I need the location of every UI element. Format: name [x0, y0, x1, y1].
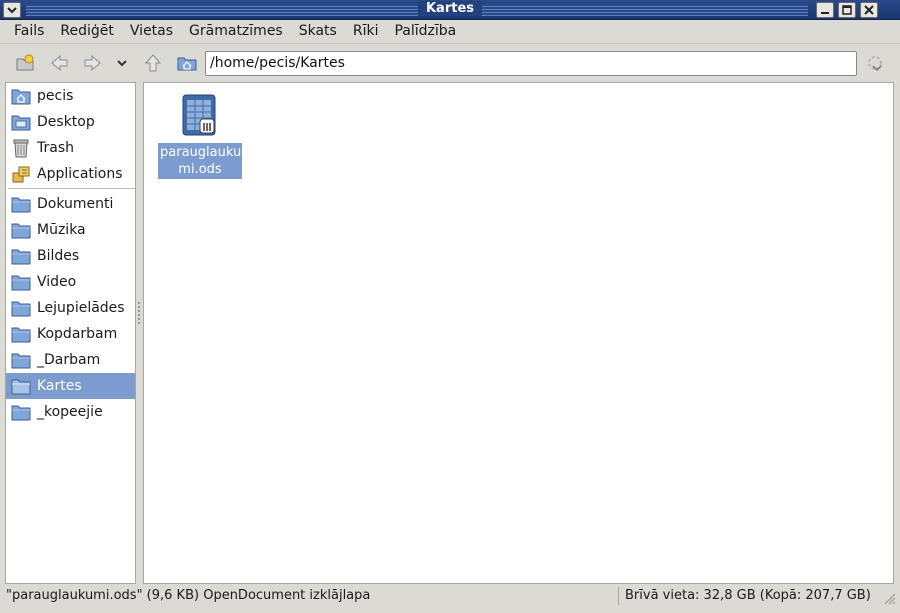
- history-dropdown-button[interactable]: [110, 50, 134, 76]
- minimize-icon: [821, 12, 829, 14]
- folder-icon: [10, 245, 32, 267]
- sidebar-item-label: Video: [37, 274, 77, 290]
- window-title: Kartes: [0, 1, 900, 16]
- sidebar-separator: [8, 188, 135, 189]
- new-folder-icon: [16, 54, 34, 71]
- sidebar-item-label: Trash: [37, 140, 74, 156]
- sidebar-item-kopeejie[interactable]: _kopeejie: [6, 399, 135, 425]
- menu-edit[interactable]: Rediģēt: [52, 20, 121, 42]
- status-selection-info: "parauglaukumi.ods" (9,6 KB) OpenDocumen…: [6, 588, 371, 603]
- sidebar-item-label: Lejupielādes: [37, 300, 125, 316]
- minimize-button[interactable]: [816, 2, 834, 18]
- resize-grip-icon[interactable]: [880, 589, 896, 605]
- sidebar-item-darbam[interactable]: _Darbam: [6, 347, 135, 373]
- file-name-line: mi.ods: [178, 162, 222, 177]
- back-button[interactable]: [46, 50, 72, 76]
- sidebar-item-video[interactable]: Video: [6, 269, 135, 295]
- sidebar-item-label: _kopeejie: [37, 404, 103, 420]
- sidebar[interactable]: pecis Desktop Trash Applications Dokumen…: [5, 82, 136, 584]
- folder-icon: [10, 193, 32, 215]
- arrow-right-icon: [84, 54, 101, 72]
- folder-icon: [10, 349, 32, 371]
- menu-tools[interactable]: Rīki: [345, 20, 387, 42]
- folder-icon: [10, 297, 32, 319]
- menu-bar: Fails Rediģēt Vietas Grāmatzīmes Skats R…: [0, 20, 900, 42]
- sidebar-item-label: Kartes: [37, 378, 82, 394]
- sidebar-item-kartes[interactable]: Kartes: [6, 373, 135, 399]
- sidebar-item-label: Kopdarbam: [37, 326, 118, 342]
- sidebar-item-applications[interactable]: Applications: [6, 161, 135, 187]
- folder-icon: [10, 271, 32, 293]
- menu-places[interactable]: Vietas: [122, 20, 181, 42]
- spreadsheet-icon: [182, 94, 216, 136]
- sidebar-item-label: _Darbam: [37, 352, 101, 368]
- sidebar-item-pecis[interactable]: pecis: [6, 83, 135, 109]
- status-bar: "parauglaukumi.ods" (9,6 KB) OpenDocumen…: [0, 585, 900, 607]
- close-icon: [864, 5, 874, 15]
- sidebar-item-trash[interactable]: Trash: [6, 135, 135, 161]
- menu-bookmarks[interactable]: Grāmatzīmes: [181, 20, 291, 42]
- location-input[interactable]: /home/pecis/Kartes: [205, 51, 857, 76]
- sidebar-item-kopdarbam[interactable]: Kopdarbam: [6, 321, 135, 347]
- folder-icon: [10, 401, 32, 423]
- folder-icon: [10, 323, 32, 345]
- window-menu-button[interactable]: [3, 2, 21, 18]
- close-button[interactable]: [860, 2, 878, 18]
- forward-button[interactable]: [80, 50, 106, 76]
- menu-file[interactable]: Fails: [6, 20, 52, 42]
- chevron-down-icon: [7, 7, 17, 14]
- toolbar: /home/pecis/Kartes: [0, 43, 900, 81]
- sidebar-item-label: Bildes: [37, 248, 80, 264]
- status-free-space: Brīvā vieta: 32,8 GB (Kopā: 207,7 GB): [625, 588, 871, 603]
- title-bar[interactable]: Kartes: [0, 0, 900, 20]
- home-folder-icon: [10, 85, 32, 107]
- up-button[interactable]: [140, 50, 166, 76]
- arrow-up-icon: [144, 54, 162, 72]
- trash-icon: [10, 137, 32, 159]
- home-button[interactable]: [174, 50, 200, 76]
- sidebar-item-label: Mūzika: [37, 222, 86, 238]
- sidebar-item-label: Desktop: [37, 114, 95, 130]
- file-view[interactable]: parauglauku mi.ods: [143, 82, 894, 584]
- file-item[interactable]: parauglauku mi.ods: [158, 93, 242, 179]
- throbber: [862, 50, 888, 76]
- pane-resize-handle[interactable]: [136, 300, 142, 330]
- folder-icon: [10, 219, 32, 241]
- sidebar-item-lejupielades[interactable]: Lejupielādes: [6, 295, 135, 321]
- home-folder-icon: [177, 57, 197, 71]
- file-name-line: parauglauku: [160, 145, 242, 160]
- desktop-icon: [10, 111, 32, 133]
- sidebar-item-dokumenti[interactable]: Dokumenti: [6, 191, 135, 217]
- chevron-down-icon: [117, 60, 127, 67]
- applications-icon: [10, 163, 32, 185]
- sidebar-item-desktop[interactable]: Desktop: [6, 109, 135, 135]
- sidebar-item-bildes[interactable]: Bildes: [6, 243, 135, 269]
- maximize-icon: [842, 5, 852, 15]
- menu-help[interactable]: Palīdzība: [386, 20, 464, 42]
- file-name-label: parauglauku mi.ods: [158, 143, 242, 179]
- spinner-icon: [868, 56, 882, 72]
- new-folder-button[interactable]: [12, 50, 38, 76]
- sidebar-item-label: Dokumenti: [37, 196, 114, 212]
- status-divider: [618, 587, 619, 605]
- sidebar-item-muzika[interactable]: Mūzika: [6, 217, 135, 243]
- arrow-left-icon: [51, 54, 68, 72]
- folder-icon: [10, 375, 32, 397]
- sidebar-item-label: pecis: [37, 88, 74, 104]
- sidebar-item-label: Applications: [37, 166, 123, 182]
- maximize-button[interactable]: [838, 2, 856, 18]
- menu-view[interactable]: Skats: [291, 20, 345, 42]
